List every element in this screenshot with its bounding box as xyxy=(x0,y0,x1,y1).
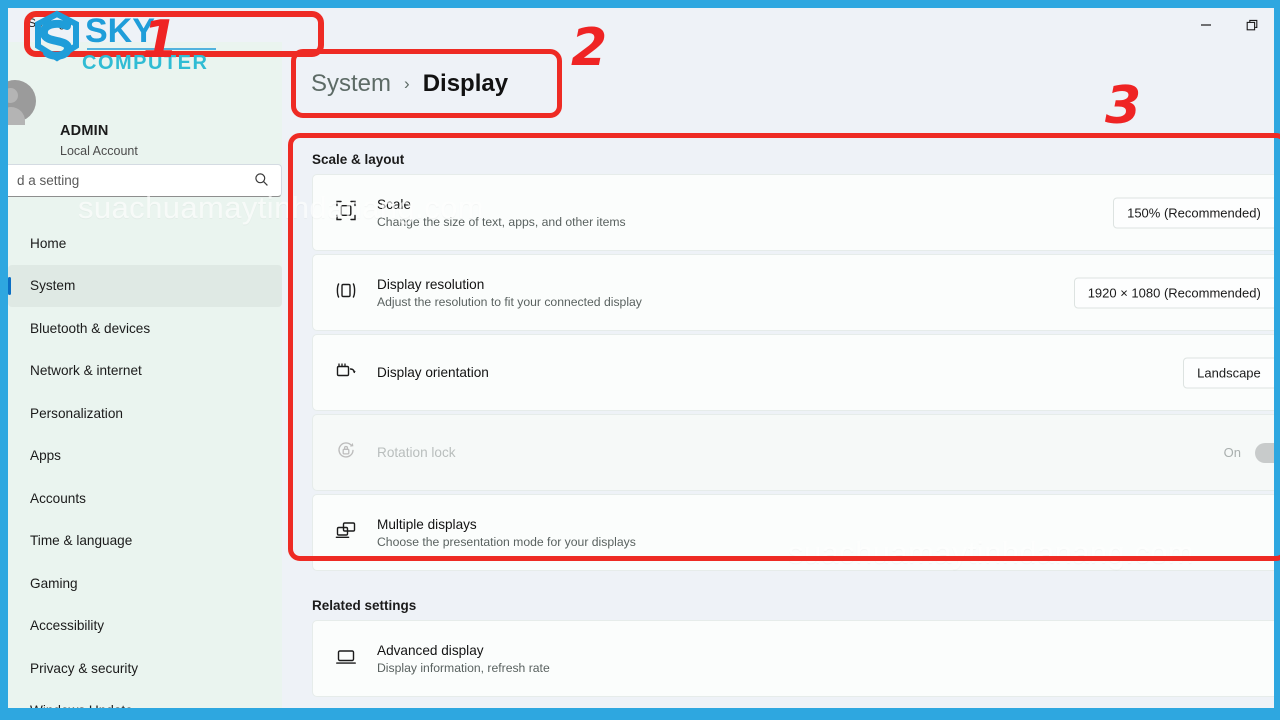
window-controls xyxy=(1196,8,1262,42)
sidebar-item-label: Bluetooth & devices xyxy=(30,320,151,336)
dropdown-scale[interactable]: 150% (Recommended)⌄ xyxy=(1113,197,1274,228)
account-type: Local Account xyxy=(60,144,138,158)
dropdown-value: 150% (Recommended) xyxy=(1127,205,1261,220)
sidebar-item-personalization[interactable]: Personalization xyxy=(8,392,282,435)
sidebar-item-label: Network & internet xyxy=(30,363,142,379)
settings-row[interactable]: Scale Change the size of text, apps, and … xyxy=(312,174,1274,251)
sidebar-item-privacy-security[interactable]: Privacy & security xyxy=(8,647,282,690)
search-input-value: d a setting xyxy=(17,173,80,188)
sidebar-item-label: Home xyxy=(30,235,67,251)
settings-row-title: Display orientation xyxy=(377,364,489,380)
minimize-button[interactable] xyxy=(1196,15,1216,35)
section-title-related: Related settings xyxy=(312,598,417,613)
related-settings-rows: Advanced display Display information, ref… xyxy=(312,620,1274,700)
breadcrumb-parent[interactable]: System xyxy=(311,70,391,98)
settings-row-text: Advanced display Display information, ref… xyxy=(377,643,550,675)
display-orientation-icon xyxy=(335,359,357,386)
settings-row-control: On xyxy=(1223,442,1274,463)
dropdown-value: Landscape xyxy=(1197,365,1261,380)
annotation-number-1: 1 xyxy=(142,10,179,70)
sidebar-item-label: Apps xyxy=(30,448,61,464)
sidebar-item-label: Windows Update xyxy=(30,703,133,708)
sidebar-item-label: Privacy & security xyxy=(30,660,139,676)
sidebar-item-windows-update[interactable]: Windows Update xyxy=(8,690,282,708)
sidebar-item-label: System xyxy=(30,278,76,294)
sidebar-item-bluetooth-devices[interactable]: Bluetooth & devices xyxy=(8,307,282,350)
sidebar-nav: Home System Bluetooth & devices Network & i… xyxy=(8,222,282,708)
restore-button[interactable] xyxy=(1242,15,1262,35)
settings-row-title: Scale xyxy=(377,196,412,212)
settings-row-title: Rotation lock xyxy=(377,444,456,460)
settings-row[interactable]: Display orientation Landscape⌄ xyxy=(312,334,1274,411)
sidebar-item-time-language[interactable]: Time & language xyxy=(8,520,282,563)
settings-row-control: 1920 × 1080 (Recommended)⌄ xyxy=(1073,277,1274,308)
settings-row[interactable]: Advanced display Display information, ref… xyxy=(312,620,1274,697)
sidebar-item-apps[interactable]: Apps xyxy=(8,435,282,478)
sky-computer-logo: SKY COMPUTER xyxy=(10,6,220,76)
annotation-number-3: 3 xyxy=(1105,76,1142,136)
settings-row-title: Advanced display xyxy=(377,642,484,658)
settings-row-text: Rotation lock xyxy=(377,446,456,460)
avatar xyxy=(8,80,36,125)
dropdown-display-orientation[interactable]: Landscape⌄ xyxy=(1183,357,1274,388)
advanced-display-icon xyxy=(335,645,357,672)
sidebar-item-label: Accounts xyxy=(30,490,86,506)
scale-icon xyxy=(335,199,357,226)
display-resolution-icon xyxy=(335,279,357,306)
account-block[interactable]: ADMIN Local Account xyxy=(8,78,282,158)
settings-row-subtitle: Display information, refresh rate xyxy=(377,660,550,675)
toggle-state-label: On xyxy=(1223,445,1241,460)
annotation-number-2: 2 xyxy=(571,18,608,78)
sidebar-item-label: Gaming xyxy=(30,575,78,591)
settings-window: Settings ADMIN Local Account d a setting… xyxy=(8,8,1274,708)
sidebar-item-label: Accessibility xyxy=(30,618,105,634)
settings-row-text: Multiple displays Choose the presentation… xyxy=(377,517,636,549)
settings-row-subtitle: Choose the presentation mode for your di… xyxy=(377,534,636,549)
settings-row-title: Display resolution xyxy=(377,276,485,292)
rotation-lock-toggle xyxy=(1255,442,1274,463)
sidebar-item-system[interactable]: System xyxy=(8,264,282,307)
settings-row-text: Scale Change the size of text, apps, and … xyxy=(377,197,626,229)
sidebar-item-label: Personalization xyxy=(30,405,123,421)
settings-row-text: Display resolution Adjust the resolution … xyxy=(377,277,642,309)
page-title: Display xyxy=(422,70,509,97)
scale-layout-rows: Scale Change the size of text, apps, and … xyxy=(312,174,1274,574)
breadcrumb: System › Display xyxy=(311,70,508,98)
sidebar-item-label: Time & language xyxy=(30,533,133,549)
settings-row-subtitle: Adjust the resolution to fit your connec… xyxy=(377,294,642,309)
search-icon xyxy=(254,172,269,192)
section-title-scale-layout: Scale & layout xyxy=(312,152,405,167)
settings-row: Rotation lock On xyxy=(312,414,1274,491)
rotation-lock-icon xyxy=(335,439,357,466)
dropdown-value: 1920 × 1080 (Recommended) xyxy=(1087,285,1261,300)
sidebar-item-network-internet[interactable]: Network & internet xyxy=(8,350,282,393)
toggle-group: On xyxy=(1223,442,1274,463)
screenshot-root: Settings ADMIN Local Account d a setting… xyxy=(0,0,1280,720)
settings-row-control: Landscape⌄ xyxy=(1183,357,1274,388)
multiple-displays-icon xyxy=(335,519,357,546)
account-name: ADMIN xyxy=(60,123,109,139)
settings-row-text: Display orientation xyxy=(377,366,489,380)
settings-row-control: 150% (Recommended)⌄ xyxy=(1113,197,1274,228)
sidebar-item-home[interactable]: Home xyxy=(8,222,282,265)
sidebar-item-accessibility[interactable]: Accessibility xyxy=(8,605,282,648)
dropdown-display-resolution[interactable]: 1920 × 1080 (Recommended)⌄ xyxy=(1073,277,1274,308)
content-area: System › Display Scale & layout Scale Cha… xyxy=(282,42,1274,708)
search-input[interactable]: d a setting xyxy=(8,164,282,197)
settings-row[interactable]: Display resolution Adjust the resolution … xyxy=(312,254,1274,331)
settings-row-title: Multiple displays xyxy=(377,516,477,532)
sidebar: ADMIN Local Account d a setting Home Syst… xyxy=(8,42,282,708)
settings-row[interactable]: Multiple displays Choose the presentation… xyxy=(312,494,1274,571)
sidebar-item-gaming[interactable]: Gaming xyxy=(8,562,282,605)
chevron-right-icon: › xyxy=(404,74,410,93)
sidebar-item-accounts[interactable]: Accounts xyxy=(8,477,282,520)
settings-row-subtitle: Change the size of text, apps, and other… xyxy=(377,214,626,229)
